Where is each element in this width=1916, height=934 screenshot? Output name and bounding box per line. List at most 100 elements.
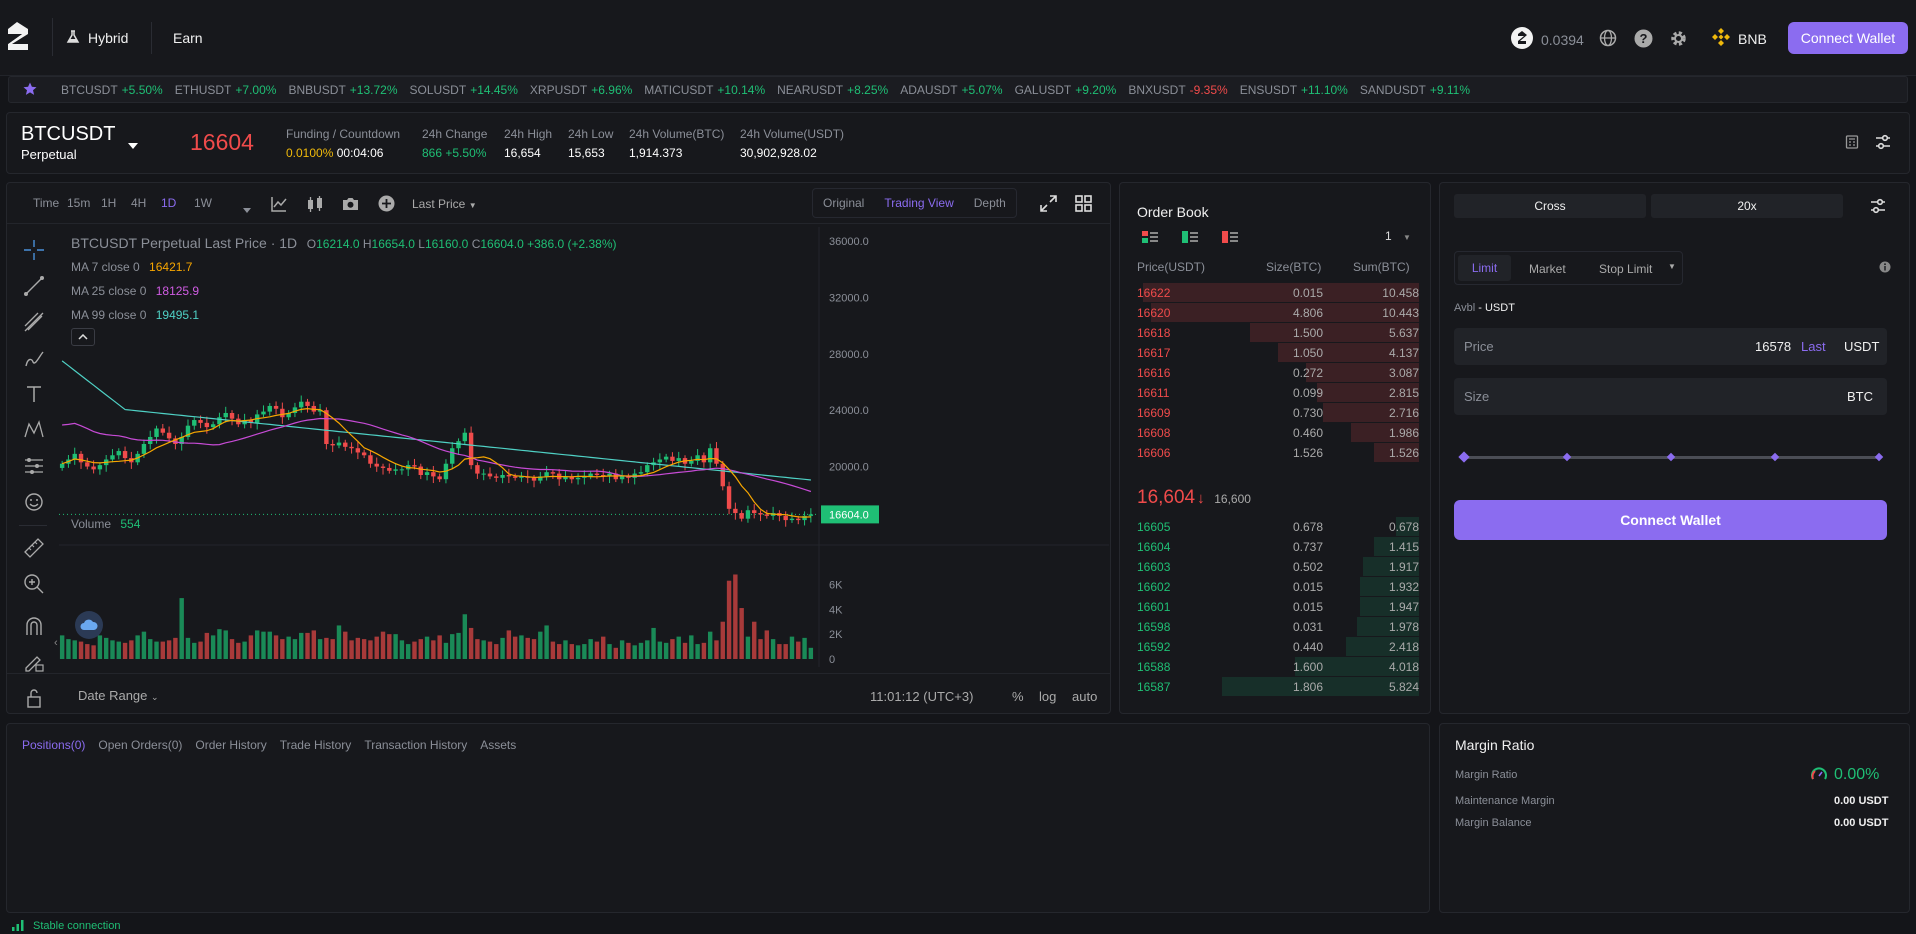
ask-row[interactable]: 16611 0.099 2.815: [1137, 383, 1419, 403]
interval-1d[interactable]: 1D: [149, 196, 182, 210]
precision-selector[interactable]: 1 ▼: [1385, 229, 1411, 243]
interval-15m[interactable]: 15m: [55, 196, 90, 210]
help-icon[interactable]: ?: [1633, 28, 1653, 48]
indicators-icon[interactable]: [271, 196, 287, 212]
forecast-icon[interactable]: [23, 455, 45, 477]
book-asks-icon[interactable]: [1222, 231, 1238, 243]
favorite-star-icon[interactable]: [23, 82, 37, 99]
ticker-item[interactable]: NEARUSDT +8.25%: [777, 83, 888, 97]
size-slider[interactable]: [1458, 451, 1884, 463]
slider-mark-75[interactable]: [1770, 452, 1780, 462]
ticker-item[interactable]: ADAUSDT +5.07%: [900, 83, 1002, 97]
add-indicator-icon[interactable]: [378, 195, 395, 212]
stop-type-dropdown-icon[interactable]: ▼: [1668, 262, 1676, 271]
pitchfork-icon[interactable]: [23, 311, 45, 333]
tab-limit[interactable]: Limit: [1458, 255, 1511, 281]
ticker-item[interactable]: SANDUSDT +9.11%: [1360, 83, 1470, 97]
slider-mark-25[interactable]: [1562, 452, 1572, 462]
magnet-icon[interactable]: [23, 615, 45, 637]
price-type-selector[interactable]: Last Price ▼: [412, 197, 477, 211]
interval-dropdown-icon[interactable]: [243, 201, 251, 216]
price-chart[interactable]: 36000.0 32000.0 28000.0 24000.0 20000.0 16604…: [59, 227, 1109, 667]
logo-icon[interactable]: [2, 18, 32, 56]
brush-icon[interactable]: [23, 347, 45, 369]
grid-layout-icon[interactable]: [1075, 195, 1092, 212]
ticker-item[interactable]: SOLUSDT +14.45%: [410, 83, 518, 97]
ask-row[interactable]: 16606 1.526 1.526: [1137, 443, 1419, 463]
wallet-balance[interactable]: 0.0394: [1511, 27, 1584, 52]
ticker-item[interactable]: ENSUSDT +11.10%: [1240, 83, 1348, 97]
view-depth[interactable]: Depth: [964, 196, 1016, 210]
view-original[interactable]: Original: [813, 196, 874, 210]
tab-market[interactable]: Market: [1529, 262, 1566, 276]
interval-1w[interactable]: 1W: [182, 196, 222, 210]
ticker-item[interactable]: BNBUSDT +13.72%: [288, 83, 397, 97]
network-selector[interactable]: BNB: [1711, 27, 1767, 50]
tab-stop-limit[interactable]: Stop Limit: [1599, 262, 1652, 276]
ticker-item[interactable]: ETHUSDT +7.00%: [175, 83, 277, 97]
percent-toggle[interactable]: %: [1012, 689, 1024, 704]
settings-gear-icon[interactable]: [1668, 28, 1688, 48]
collapse-legend-button[interactable]: [71, 328, 95, 346]
cloud-icon[interactable]: [75, 611, 103, 639]
ticker-item[interactable]: BTCUSDT +5.50%: [61, 83, 163, 97]
interval-time[interactable]: Time: [21, 196, 59, 210]
bid-row[interactable]: 16604 0.737 1.415: [1137, 537, 1419, 557]
chevron-down-icon[interactable]: [128, 137, 138, 152]
tab-open-orders[interactable]: Open Orders(0): [98, 738, 182, 752]
form-settings-icon[interactable]: [1870, 198, 1886, 214]
last-price-button[interactable]: Last: [1801, 339, 1826, 354]
slider-mark-100[interactable]: [1874, 452, 1884, 462]
auto-toggle[interactable]: auto: [1072, 689, 1097, 704]
tab-transaction-history[interactable]: Transaction History: [364, 738, 467, 752]
collapse-toolbar-icon[interactable]: ‹: [54, 637, 58, 649]
pattern-icon[interactable]: [23, 419, 45, 441]
lock-icon[interactable]: [23, 687, 45, 709]
bid-row[interactable]: 16587 1.806 5.824: [1137, 677, 1419, 697]
price-field[interactable]: Price 16578 Last USDT: [1454, 328, 1887, 365]
ask-row[interactable]: 16616 0.272 3.087: [1137, 363, 1419, 383]
bid-row[interactable]: 16603 0.502 1.917: [1137, 557, 1419, 577]
crosshair-icon[interactable]: [23, 239, 45, 261]
symbol-selector[interactable]: BTCUSDT Perpetual: [21, 123, 115, 162]
emoji-icon[interactable]: [23, 491, 45, 513]
bid-row[interactable]: 16598 0.031 1.978: [1137, 617, 1419, 637]
candle-type-icon[interactable]: [306, 195, 324, 213]
ask-row[interactable]: 16608 0.460 1.986: [1137, 423, 1419, 443]
ruler-icon[interactable]: [23, 537, 45, 559]
price-input[interactable]: 16578: [1755, 339, 1791, 354]
ticker-item[interactable]: XRPUSDT +6.96%: [530, 83, 632, 97]
calculator-icon[interactable]: [1845, 135, 1859, 149]
ticker-item[interactable]: GALUSDT +9.20%: [1015, 83, 1117, 97]
draw-lock-icon[interactable]: [23, 651, 45, 673]
expand-icon[interactable]: [1040, 195, 1057, 212]
ask-row[interactable]: 16620 4.806 10.443: [1137, 303, 1419, 323]
book-both-sides-icon[interactable]: [1142, 231, 1158, 243]
text-tool-icon[interactable]: [23, 383, 45, 405]
trend-line-icon[interactable]: [23, 275, 45, 297]
globe-icon[interactable]: [1598, 28, 1618, 48]
form-connect-wallet-button[interactable]: Connect Wallet: [1454, 500, 1887, 540]
tab-trade-history[interactable]: Trade History: [280, 738, 352, 752]
slider-handle[interactable]: [1458, 451, 1470, 463]
book-bids-icon[interactable]: [1182, 231, 1198, 243]
tab-order-history[interactable]: Order History: [195, 738, 266, 752]
ticker-item[interactable]: BNXUSDT -9.35%: [1128, 83, 1227, 97]
view-trading-view[interactable]: Trading View: [874, 196, 963, 210]
ask-row[interactable]: 16617 1.050 4.137: [1137, 343, 1419, 363]
earn-link[interactable]: Earn: [173, 30, 203, 46]
bid-row[interactable]: 16601 0.015 1.947: [1137, 597, 1419, 617]
interval-4h[interactable]: 4H: [119, 196, 149, 210]
bid-row[interactable]: 16592 0.440 2.418: [1137, 637, 1419, 657]
ask-row[interactable]: 16622 0.015 10.458: [1137, 283, 1419, 303]
ask-row[interactable]: 16618 1.500 5.637: [1137, 323, 1419, 343]
interval-1h[interactable]: 1H: [89, 196, 119, 210]
size-field[interactable]: Size BTC: [1454, 378, 1887, 415]
leverage-button[interactable]: 20x: [1651, 194, 1843, 218]
slider-mark-50[interactable]: [1666, 452, 1676, 462]
ask-row[interactable]: 16609 0.730 2.716: [1137, 403, 1419, 423]
log-toggle[interactable]: log: [1039, 689, 1056, 704]
zoom-in-icon[interactable]: [23, 573, 45, 595]
camera-icon[interactable]: [342, 196, 359, 211]
ticker-item[interactable]: MATICUSDT +10.14%: [644, 83, 765, 97]
